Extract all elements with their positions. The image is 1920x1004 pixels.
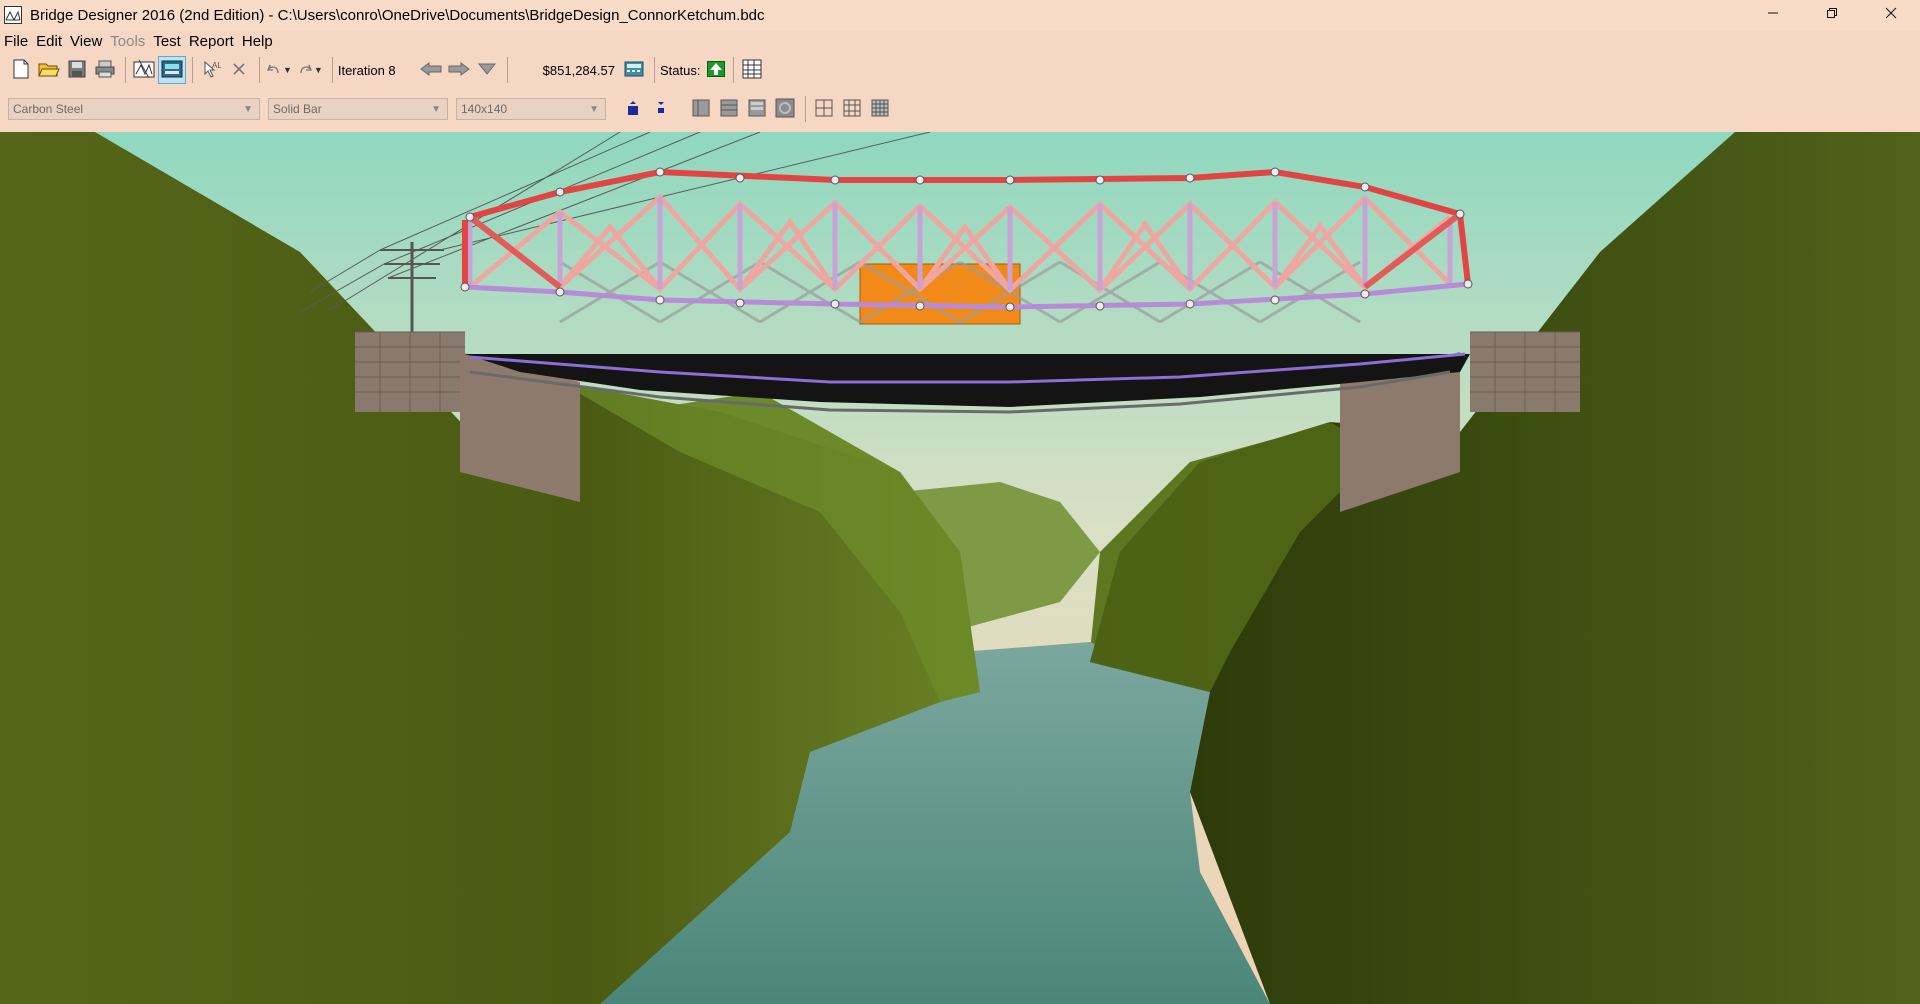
minimize-icon: [1767, 6, 1779, 24]
medium-grid-icon: [843, 99, 861, 120]
new-button[interactable]: [8, 57, 34, 83]
toolbar-separator: [653, 57, 655, 83]
show-members-button[interactable]: [688, 96, 714, 122]
delete-x-icon: [231, 61, 247, 80]
fine-grid-icon: [871, 99, 889, 120]
undo-button[interactable]: [265, 57, 283, 83]
3d-viewport[interactable]: [0, 132, 1920, 1004]
member-properties-button[interactable]: [716, 96, 742, 122]
status-label: Status:: [659, 62, 701, 78]
size-select[interactable]: 140x140 ▼: [456, 98, 606, 120]
increase-size-button[interactable]: [620, 96, 646, 122]
members-list-icon: [692, 99, 710, 120]
restore-icon: [1826, 6, 1838, 24]
save-disk-icon: [68, 60, 86, 81]
coarse-grid-icon: [815, 99, 833, 120]
fine-grid-button[interactable]: [867, 96, 893, 122]
coarse-grid-button[interactable]: [811, 96, 837, 122]
toolbar-separator: [192, 57, 193, 83]
select-all-button[interactable]: ALL: [198, 57, 227, 83]
minimize-button[interactable]: [1743, 0, 1802, 30]
undo-dropdown-icon[interactable]: ▼: [283, 65, 292, 75]
svg-text:ALL: ALL: [212, 61, 221, 70]
toolbar-separator: [125, 57, 126, 83]
restore-button[interactable]: [1802, 0, 1861, 30]
member-table-button[interactable]: [739, 57, 765, 83]
menu-report[interactable]: Report: [185, 33, 238, 50]
cost-report-button[interactable]: [621, 57, 647, 83]
menu-bar: File Edit View Tools Test Report Help: [0, 30, 277, 52]
increase-size-icon: [626, 100, 640, 119]
chevron-down-icon: ▼: [431, 103, 441, 115]
chevron-down-icon: ▼: [243, 103, 253, 115]
medium-grid-button[interactable]: [839, 96, 865, 122]
toolbar-separator: [331, 57, 333, 83]
redo-button[interactable]: [296, 57, 314, 83]
member-toolbar: Carbon Steel ▼ Solid Bar ▼ 140x140 ▼: [0, 94, 1920, 124]
down-arrow-icon: [477, 63, 496, 78]
menu-tools[interactable]: Tools: [106, 33, 149, 50]
drawing-board-button[interactable]: [131, 57, 157, 83]
load-test-icon: [161, 59, 183, 82]
close-icon: [1885, 6, 1897, 24]
drawing-board-icon: [133, 59, 155, 82]
table-grid-icon: [742, 59, 762, 82]
calculator-icon: [624, 61, 644, 80]
load-test-scene: [0, 132, 1920, 1004]
menu-file[interactable]: File: [0, 33, 32, 50]
save-button[interactable]: [64, 57, 90, 83]
toolbar-separator: [259, 57, 260, 83]
delete-button[interactable]: [226, 57, 252, 83]
select-all-icon: ALL: [201, 59, 227, 82]
new-document-icon: [12, 59, 30, 82]
menu-help[interactable]: Help: [238, 33, 277, 50]
section-value: Solid Bar: [273, 102, 322, 116]
printer-icon: [95, 60, 115, 81]
decrease-size-button[interactable]: [648, 96, 674, 122]
next-iteration-button[interactable]: [446, 57, 472, 83]
open-folder-icon: [38, 60, 60, 81]
member-list-icon: [748, 99, 766, 120]
forward-arrow-icon: [448, 61, 470, 79]
status-indicator[interactable]: [706, 60, 726, 80]
menu-view[interactable]: View: [66, 33, 106, 50]
title-bar: Bridge Designer 2016 (2nd Edition) - C:\…: [0, 0, 1920, 30]
main-toolbar: ALL ▼ ▼ Iteration 8 $851,284.57 Status:: [0, 54, 1920, 86]
menu-test[interactable]: Test: [149, 33, 185, 50]
undo-icon: [267, 63, 281, 78]
green-up-arrow-icon: [707, 60, 726, 80]
iteration-label: Iteration 8: [337, 62, 396, 78]
toolbar-separator: [805, 96, 806, 122]
toolbar-separator: [506, 57, 508, 83]
toolbar-separator: [733, 57, 735, 83]
member-list-button[interactable]: [744, 96, 770, 122]
menu-edit[interactable]: Edit: [32, 33, 66, 50]
open-button[interactable]: [36, 57, 62, 83]
material-select[interactable]: Carbon Steel ▼: [8, 98, 260, 120]
load-test-button[interactable]: [158, 56, 186, 84]
redo-icon: [298, 63, 312, 78]
member-properties-icon: [720, 99, 738, 120]
window-title: Bridge Designer 2016 (2nd Edition) - C:\…: [30, 6, 765, 24]
print-button[interactable]: [92, 57, 118, 83]
cost-display: $851,284.57: [542, 62, 615, 78]
back-arrow-icon: [419, 61, 442, 79]
app-icon: [2, 4, 24, 26]
iteration-browser-button[interactable]: [474, 57, 500, 83]
decrease-size-icon: [654, 100, 668, 119]
redo-dropdown-icon[interactable]: ▼: [314, 65, 323, 75]
close-button[interactable]: [1861, 0, 1920, 30]
member-shape-icon: [775, 98, 795, 121]
previous-iteration-button[interactable]: [418, 57, 444, 83]
material-value: Carbon Steel: [13, 102, 84, 116]
section-select[interactable]: Solid Bar ▼: [268, 98, 448, 120]
member-shape-button[interactable]: [772, 96, 798, 122]
size-value: 140x140: [461, 102, 508, 116]
chevron-down-icon: ▼: [589, 103, 599, 115]
